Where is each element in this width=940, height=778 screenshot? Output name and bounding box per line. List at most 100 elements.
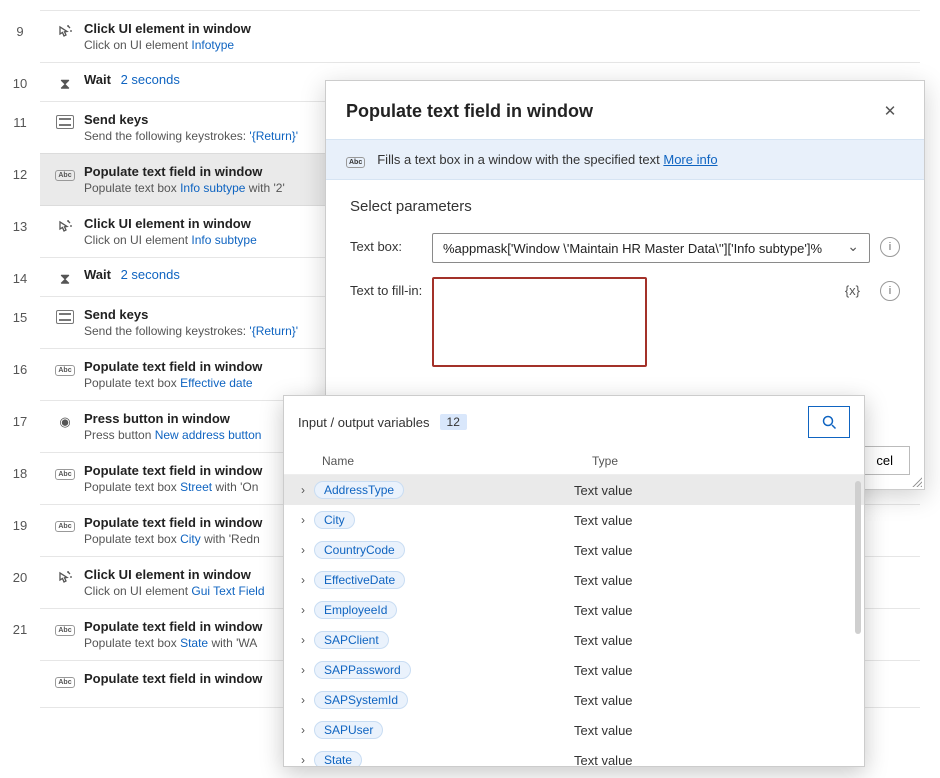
variable-row[interactable]: ›CountryCode Text value bbox=[284, 535, 864, 565]
close-icon[interactable]: ✕ bbox=[876, 97, 904, 125]
variable-type: Text value bbox=[574, 723, 633, 738]
variable-name[interactable]: SAPPassword bbox=[314, 661, 411, 679]
step-number bbox=[0, 660, 40, 674]
variable-row[interactable]: ›SAPPassword Text value bbox=[284, 655, 864, 685]
variable-name[interactable]: City bbox=[314, 511, 355, 529]
chevron-right-icon[interactable]: › bbox=[294, 723, 312, 737]
variable-name[interactable]: EmployeeId bbox=[314, 601, 397, 619]
variable-row[interactable]: ›SAPClient Text value bbox=[284, 625, 864, 655]
section-title: Select parameters bbox=[350, 198, 900, 215]
info-icon[interactable]: i bbox=[880, 237, 900, 257]
step-number: 13 bbox=[0, 205, 40, 234]
chevron-right-icon[interactable]: › bbox=[294, 513, 312, 527]
variable-row[interactable]: ›SAPUser Text value bbox=[284, 715, 864, 745]
cancel-button[interactable]: cel bbox=[859, 446, 910, 475]
vars-heading: Input / output variables bbox=[298, 415, 430, 430]
chevron-right-icon[interactable]: › bbox=[294, 633, 312, 647]
step-title: Click UI element in window bbox=[84, 216, 251, 231]
variable-name[interactable]: SAPUser bbox=[314, 721, 383, 739]
textbox-select[interactable]: %appmask['Window \'Maintain HR Master Da… bbox=[432, 233, 870, 263]
col-type: Type bbox=[592, 454, 618, 468]
chevron-right-icon[interactable]: › bbox=[294, 603, 312, 617]
info-icon[interactable]: i bbox=[880, 281, 900, 301]
step-title: Click UI element in window bbox=[84, 21, 251, 36]
variable-type: Text value bbox=[574, 633, 633, 648]
step-title: Populate text field in window bbox=[84, 671, 262, 686]
variable-row[interactable]: ›EmployeeId Text value bbox=[284, 595, 864, 625]
abc-icon: Abc bbox=[55, 521, 74, 532]
variable-name[interactable]: CountryCode bbox=[314, 541, 405, 559]
variable-row[interactable]: ›City Text value bbox=[284, 505, 864, 535]
abc-icon: Abc bbox=[55, 625, 74, 636]
fill-textarea[interactable] bbox=[432, 277, 647, 367]
variable-type: Text value bbox=[574, 603, 633, 618]
chevron-right-icon[interactable]: › bbox=[294, 543, 312, 557]
abc-icon: Abc bbox=[55, 170, 74, 181]
col-name: Name bbox=[322, 454, 592, 468]
abc-icon: Abc bbox=[55, 677, 74, 688]
step-number: 12 bbox=[0, 153, 40, 182]
step-description: Click on UI element Infotype bbox=[84, 38, 902, 52]
step-number: 15 bbox=[0, 296, 40, 325]
step-title: Wait bbox=[84, 72, 111, 87]
step-number: 11 bbox=[0, 101, 40, 130]
abc-icon: Abc bbox=[55, 469, 74, 480]
vars-count: 12 bbox=[440, 414, 467, 430]
variable-row[interactable]: ›State Text value bbox=[284, 745, 864, 766]
hourglass-icon: ⧗ bbox=[60, 76, 71, 93]
variable-type: Text value bbox=[574, 543, 633, 558]
step-number: 21 bbox=[0, 608, 40, 637]
step-title: Press button in window bbox=[84, 411, 230, 426]
variable-row[interactable]: ›SAPSystemId Text value bbox=[284, 685, 864, 715]
abc-icon: Abc bbox=[346, 157, 365, 168]
chevron-right-icon[interactable]: › bbox=[294, 483, 312, 497]
step-title: Populate text field in window bbox=[84, 515, 262, 530]
flow-step[interactable]: Click UI element in window Click on UI el… bbox=[40, 10, 920, 63]
panel-title: Populate text field in window bbox=[346, 101, 876, 122]
step-title: Populate text field in window bbox=[84, 463, 262, 478]
press-icon: ◉ bbox=[59, 414, 70, 430]
step-title: Populate text field in window bbox=[84, 359, 262, 374]
panel-info-text: Fills a text box in a window with the sp… bbox=[377, 152, 663, 167]
variable-type: Text value bbox=[574, 483, 633, 498]
keyboard-icon bbox=[56, 310, 74, 327]
resize-grip[interactable] bbox=[910, 475, 922, 487]
cursor-click-icon bbox=[57, 570, 73, 586]
variable-name[interactable]: SAPSystemId bbox=[314, 691, 408, 709]
variable-name[interactable]: State bbox=[314, 751, 362, 766]
step-number: 9 bbox=[0, 10, 40, 39]
variable-type: Text value bbox=[574, 693, 633, 708]
step-number: 10 bbox=[0, 62, 40, 91]
step-number: 17 bbox=[0, 400, 40, 429]
textbox-label: Text box: bbox=[350, 233, 432, 254]
variable-type: Text value bbox=[574, 513, 633, 528]
search-button[interactable] bbox=[808, 406, 850, 438]
variable-name[interactable]: AddressType bbox=[314, 481, 404, 499]
step-title: Wait bbox=[84, 267, 111, 282]
variable-name[interactable]: EffectiveDate bbox=[314, 571, 405, 589]
chevron-right-icon[interactable]: › bbox=[294, 693, 312, 707]
step-number: 20 bbox=[0, 556, 40, 585]
variable-type: Text value bbox=[574, 573, 633, 588]
insert-variable-icon[interactable]: {x} bbox=[845, 283, 860, 298]
fill-label: Text to fill-in: bbox=[350, 277, 432, 298]
variable-name[interactable]: SAPClient bbox=[314, 631, 389, 649]
step-wait-value: 2 seconds bbox=[121, 72, 180, 87]
scrollbar[interactable] bbox=[855, 481, 861, 760]
variable-row[interactable]: ›EffectiveDate Text value bbox=[284, 565, 864, 595]
keyboard-icon bbox=[56, 115, 74, 132]
chevron-right-icon[interactable]: › bbox=[294, 573, 312, 587]
chevron-right-icon[interactable]: › bbox=[294, 753, 312, 766]
more-info-link[interactable]: More info bbox=[663, 152, 717, 167]
step-number: 16 bbox=[0, 348, 40, 377]
step-title: Populate text field in window bbox=[84, 164, 262, 179]
variable-type: Text value bbox=[574, 663, 633, 678]
step-number: 19 bbox=[0, 504, 40, 533]
chevron-right-icon[interactable]: › bbox=[294, 663, 312, 677]
step-title: Click UI element in window bbox=[84, 567, 251, 582]
variable-row[interactable]: ›AddressType Text value bbox=[284, 475, 864, 505]
hourglass-icon: ⧗ bbox=[60, 271, 71, 288]
variable-type: Text value bbox=[574, 753, 633, 767]
step-title: Send keys bbox=[84, 307, 148, 322]
step-number: 18 bbox=[0, 452, 40, 481]
